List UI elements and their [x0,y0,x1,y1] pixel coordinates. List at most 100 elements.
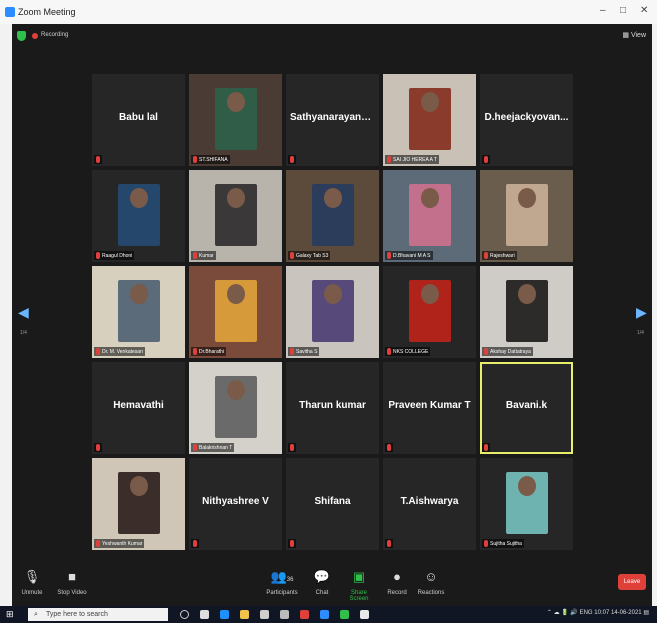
view-button[interactable]: ▦ View [622,31,646,39]
mic-muted-icon [290,348,294,355]
view-label: View [630,32,646,39]
participant-tile[interactable]: Tharun kumar [286,362,379,454]
meeting-window: Recording ▦ View ◀ 1/4 ▶ 1/4 Babu lal ST.… [12,24,652,566]
clock-time[interactable]: 10:07 [594,610,609,616]
zoom-taskbar-icon[interactable] [320,610,329,619]
meeting-top-bar: Recording ▦ View [12,24,652,48]
participant-tile[interactable]: Rajeshwari [480,170,573,262]
mic-muted-icon [484,156,488,163]
next-page-arrow-icon[interactable]: ▶ [636,304,647,321]
camera-app-icon[interactable] [360,610,369,619]
participant-tile[interactable]: NKS COLLEGE [383,266,476,358]
participant-tile[interactable]: Praveen Kumar T [383,362,476,454]
task-view-icon[interactable] [180,610,189,619]
participant-name: NKS COLLEGE [393,348,429,355]
participant-tile[interactable]: Savitha S [286,266,379,358]
clock-date[interactable]: 14-06-2021 [611,610,642,616]
participant-tile[interactable]: SAI JIO HEREA A T [383,74,476,166]
previous-page-number: 1/4 [20,330,27,336]
participant-head [130,476,148,496]
participant-tile[interactable]: Raagul Dhoni [92,170,185,262]
participant-tile[interactable]: Shifana [286,458,379,550]
app-icon[interactable] [280,610,289,619]
participant-name: Savitha S [296,348,318,355]
file-explorer-icon[interactable] [240,610,249,619]
participant-caption [385,539,393,548]
participant-tile[interactable]: Yeshwanth Kumar [92,458,185,550]
taskbar-search-input[interactable]: ⌕ Type here to search [28,608,168,621]
reactions-button[interactable]: ☺ Reactions [416,568,446,596]
participant-head [518,284,536,304]
participant-tile[interactable]: Kumar [189,170,282,262]
record-button[interactable]: ● Record [384,568,410,596]
previous-page-arrow-icon[interactable]: ◀ [18,304,29,321]
participant-tile[interactable]: Akshay Dattatraya [480,266,573,358]
mic-muted-icon [96,156,100,163]
participant-name: Yeshwanth Kumar [102,540,143,547]
maximize-icon[interactable]: □ [620,5,626,16]
mic-muted-icon [484,444,488,451]
participant-head [227,188,245,208]
store-icon[interactable] [260,610,269,619]
video-camera-icon: ■ [68,569,76,584]
close-icon[interactable]: ✕ [640,5,648,16]
participant-caption: Balakrishnan T [191,443,235,452]
stop-video-button[interactable]: ■ Stop Video [54,568,90,596]
participant-tile[interactable]: T.Aishwarya [383,458,476,550]
security-shield-icon[interactable] [17,31,26,41]
file-icon[interactable] [200,610,209,619]
mic-muted-icon [290,252,294,259]
participant-name-large: D.heejackyovan... [484,112,569,123]
participant-tile[interactable]: ST.SHIFANA [189,74,282,166]
participant-tile[interactable]: Sathyanarayana... [286,74,379,166]
tray-icons[interactable]: ⌃ ☁ 🔋 🔊 [547,610,578,616]
chat-button[interactable]: 💬 Chat [310,568,334,596]
participant-tile[interactable]: Dr.Bharathi [189,266,282,358]
participant-tile[interactable]: Galaxy Tab S3 [286,170,379,262]
participant-tile[interactable]: D.Bhavani M A S [383,170,476,262]
participant-tile[interactable]: Dr. M. Venkatesan [92,266,185,358]
participant-head [324,188,342,208]
participant-tile[interactable]: Babu lal [92,74,185,166]
mic-muted-icon [290,156,294,163]
leave-button[interactable]: Leave [618,574,646,590]
mic-muted-icon [193,348,197,355]
participant-tile[interactable]: Hemavathi [92,362,185,454]
participant-tile[interactable]: Bavani.k [480,362,573,454]
participant-head [227,380,245,400]
meeting-controls: 🎙 Unmute ■ Stop Video 👥36 Participants 💬… [12,566,652,608]
chat-icon: 💬 [313,569,331,584]
unmute-button[interactable]: 🎙 Unmute [16,568,48,596]
participant-tile[interactable]: D.heejackyovan... [480,74,573,166]
participant-name: ST.SHIFANA [199,156,228,163]
record-label: Record [387,590,407,596]
minimize-icon[interactable]: – [600,5,606,16]
windows-start-icon[interactable]: ⊞ [6,610,14,619]
notifications-icon[interactable]: ▤ [643,610,649,616]
language-indicator[interactable]: ENG [580,610,593,616]
participant-caption [191,539,199,548]
edge-icon[interactable] [220,610,229,619]
participant-name-large: Babu lal [119,112,158,123]
participant-tile[interactable]: Nithyashree V [189,458,282,550]
participant-caption [94,155,102,164]
mic-muted-icon [193,252,197,259]
record-icon: ● [393,569,401,584]
mic-muted-icon [484,348,488,355]
green-app-icon[interactable] [340,610,349,619]
participant-name: Akshay Dattatraya [490,348,531,355]
pdf-icon[interactable] [300,610,309,619]
mic-muted-icon [484,252,488,259]
recording-label: Recording [41,32,69,38]
unmute-label: Unmute [21,590,43,596]
participant-tile[interactable]: Sujitha Sujitha [480,458,573,550]
participant-tile[interactable]: Balakrishnan T [189,362,282,454]
participants-button[interactable]: 👥36 Participants [262,568,302,596]
participant-name-large: Praveen Kumar T [388,400,471,411]
participant-head [324,284,342,304]
mic-muted-icon [387,252,391,259]
participant-name-large: Sathyanarayana... [290,112,376,123]
participant-caption: D.Bhavani M A S [385,251,433,260]
participant-name-large: Shifana [314,496,351,507]
share-screen-button[interactable]: ▣ Share Screen [342,568,376,602]
